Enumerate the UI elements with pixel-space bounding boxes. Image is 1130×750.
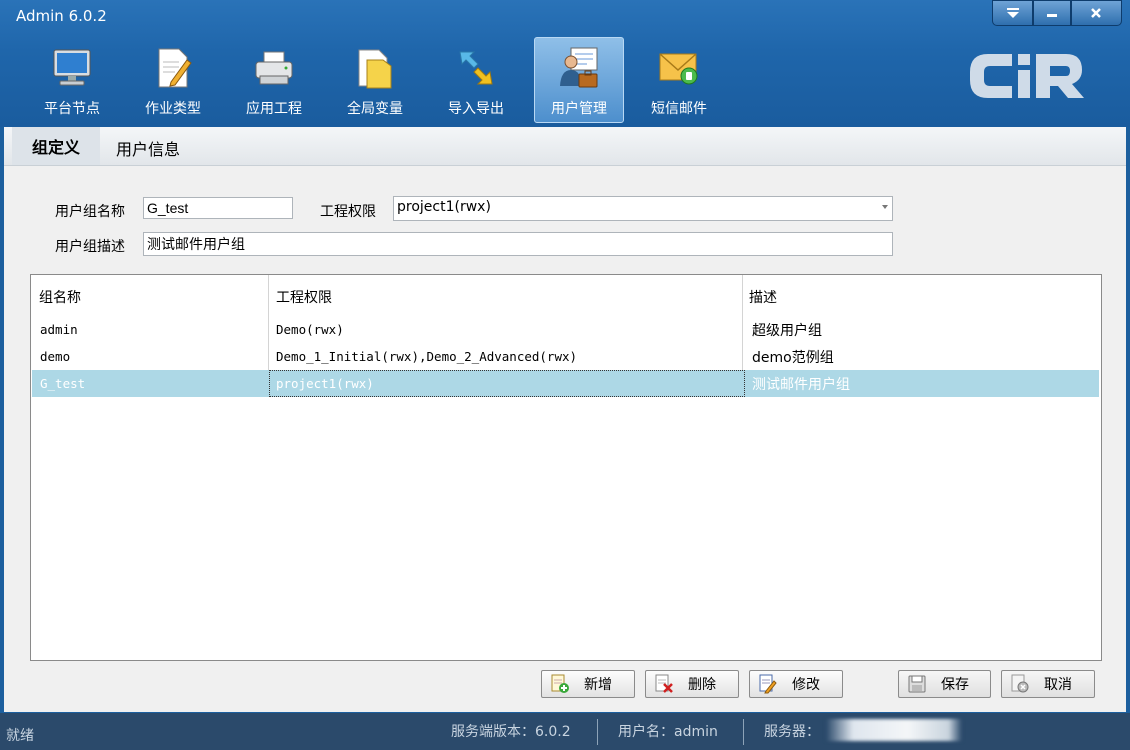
save-disk-icon [908, 675, 926, 693]
minimize-icon [1047, 14, 1058, 17]
group-table[interactable]: 组名称 工程权限 描述 admin Demo(rwx) 超级用户组 demo D… [30, 274, 1102, 661]
toolbar-label: 应用工程 [246, 101, 302, 117]
delete-button-label: 删除 [688, 677, 716, 693]
tab-group-definition[interactable]: 组定义 [12, 127, 100, 165]
cell-permission: Demo_1_Initial(rwx),Demo_2_Advanced(rwx) [276, 349, 578, 364]
monitor-icon [53, 49, 91, 86]
cell-group-name: demo [40, 349, 71, 364]
toolbar-label: 全局变量 [347, 101, 403, 117]
cell-permission: Demo(rwx) [276, 322, 344, 337]
table-row[interactable]: demo Demo_1_Initial(rwx),Demo_2_Advanced… [32, 343, 1099, 370]
add-button-label: 新增 [584, 677, 612, 693]
permission-select[interactable]: project1(rwx) [393, 196, 893, 221]
import-export-arrows-icon [459, 51, 493, 85]
cancel-button[interactable]: 取消 [1001, 670, 1095, 698]
toolbar-label: 用户管理 [551, 101, 607, 117]
toolbar-label: 作业类型 [145, 101, 201, 117]
toolbar-label: 导入导出 [448, 101, 504, 117]
close-icon [1091, 8, 1102, 18]
admin-window: Admin 6.0.2 平台节点 作业类型 应用工程 全局变量 导入导出 用户管… [0, 0, 1130, 750]
dropdown-arrow-icon [1006, 8, 1019, 18]
add-button[interactable]: 新增 [541, 670, 635, 698]
edit-doc-icon [759, 674, 777, 694]
toolbar-app-projects[interactable]: 应用工程 [230, 38, 318, 122]
redacted-server-address [826, 719, 962, 741]
dropdown-arrow-icon[interactable] [882, 205, 888, 209]
cancel-button-label: 取消 [1044, 677, 1072, 693]
document-pen-icon [158, 48, 192, 88]
cir-logo [970, 54, 1084, 98]
status-separator [743, 719, 744, 745]
delete-button[interactable]: 删除 [645, 670, 739, 698]
cell-description: 测试邮件用户组 [752, 377, 850, 393]
save-button[interactable]: 保存 [898, 670, 991, 698]
toolbar-global-variables[interactable]: 全局变量 [331, 38, 419, 122]
cell-description: 超级用户组 [752, 323, 822, 339]
group-desc-input[interactable] [143, 232, 893, 256]
tab-strip: 组定义 用户信息 [4, 127, 1126, 166]
minimize-button[interactable] [1033, 0, 1071, 26]
column-header-permission[interactable]: 工程权限 [276, 287, 332, 307]
tab-user-info[interactable]: 用户信息 [116, 136, 180, 160]
delete-doc-icon [655, 674, 673, 693]
modify-button-label: 修改 [792, 677, 820, 693]
status-separator [597, 719, 598, 745]
cell-group-name: G_test [40, 376, 86, 391]
group-name-input[interactable] [143, 197, 293, 219]
toolbar-user-management[interactable]: 用户管理 [534, 37, 624, 123]
table-row[interactable]: admin Demo(rwx) 超级用户组 [32, 316, 1099, 343]
folder-doc-icon [358, 49, 392, 89]
status-ready: 就绪 [6, 728, 34, 744]
cancel-doc-icon [1011, 674, 1029, 693]
group-desc-label: 用户组描述 [55, 239, 125, 255]
cell-description: demo范例组 [752, 350, 834, 366]
save-button-label: 保存 [941, 677, 969, 693]
permission-selected-value: project1(rwx) [397, 199, 491, 215]
group-definition-panel: 用户组名称 工程权限 project1(rwx) 用户组描述 组名称 工程权限 … [4, 166, 1126, 712]
close-button[interactable] [1070, 0, 1122, 26]
toolbar-job-types[interactable]: 作业类型 [129, 38, 217, 122]
cell-group-name: admin [40, 322, 78, 337]
menu-dropdown-button[interactable] [992, 0, 1034, 26]
modify-button[interactable]: 修改 [749, 670, 843, 698]
table-header: 组名称 工程权限 描述 [31, 275, 1099, 313]
toolbar-platform-nodes[interactable]: 平台节点 [28, 38, 116, 122]
toolbar-import-export[interactable]: 导入导出 [432, 38, 520, 122]
window-controls [992, 0, 1122, 26]
permission-label: 工程权限 [320, 204, 376, 220]
header-toolbar: Admin 6.0.2 平台节点 作业类型 应用工程 全局变量 导入导出 用户管… [0, 0, 1130, 127]
group-name-label: 用户组名称 [55, 204, 125, 220]
status-username: 用户名：admin [618, 724, 718, 740]
status-bar: 就绪 服务端版本：6.0.2 用户名：admin 服务器： [0, 713, 1130, 750]
printer-icon [255, 51, 293, 85]
envelope-icon [659, 53, 698, 85]
status-server-label: 服务器： [764, 724, 820, 740]
column-header-description[interactable]: 描述 [749, 287, 777, 307]
toolbar-sms-email[interactable]: 短信邮件 [635, 38, 723, 122]
table-row-selected[interactable]: G_test project1(rwx) 测试邮件用户组 [32, 370, 1099, 397]
add-doc-icon [551, 674, 569, 693]
toolbar-label: 短信邮件 [651, 101, 707, 117]
server-version: 服务端版本：6.0.2 [451, 724, 571, 740]
cell-permission: project1(rwx) [276, 376, 374, 391]
toolbar-label: 平台节点 [44, 101, 100, 117]
user-management-icon [560, 47, 598, 88]
window-title: Admin 6.0.2 [16, 7, 107, 25]
column-header-group-name[interactable]: 组名称 [39, 287, 81, 307]
